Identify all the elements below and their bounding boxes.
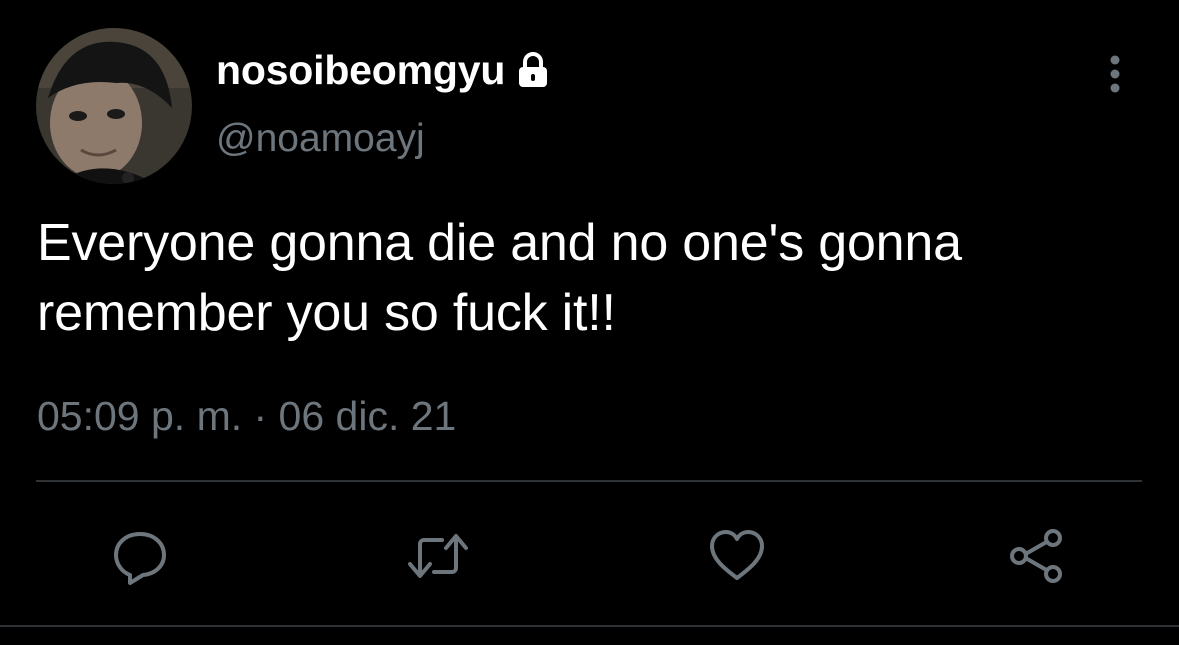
reply-button[interactable]	[108, 524, 172, 588]
like-button[interactable]	[705, 524, 769, 588]
avatar-image	[36, 28, 192, 184]
share-button[interactable]	[1004, 524, 1068, 588]
lock-icon	[513, 50, 553, 90]
divider	[36, 480, 1142, 482]
author-name-row: nosoibeomgyu	[216, 40, 553, 100]
avatar[interactable]	[36, 28, 192, 184]
retweet-icon	[408, 534, 468, 578]
heart-icon	[710, 530, 764, 580]
reply-icon	[114, 532, 166, 585]
more-options-icon[interactable]	[1098, 52, 1132, 96]
divider	[0, 625, 1179, 627]
retweet-button[interactable]	[406, 524, 470, 588]
tweet-timestamp[interactable]: 05:09 p. m. · 06 dic. 21	[37, 392, 456, 441]
user-handle[interactable]: @noamoayj	[216, 116, 425, 163]
tweet-text: Everyone gonna die and no one's gonna re…	[37, 214, 962, 342]
display-name[interactable]: nosoibeomgyu	[216, 49, 505, 91]
share-icon	[1010, 529, 1062, 583]
